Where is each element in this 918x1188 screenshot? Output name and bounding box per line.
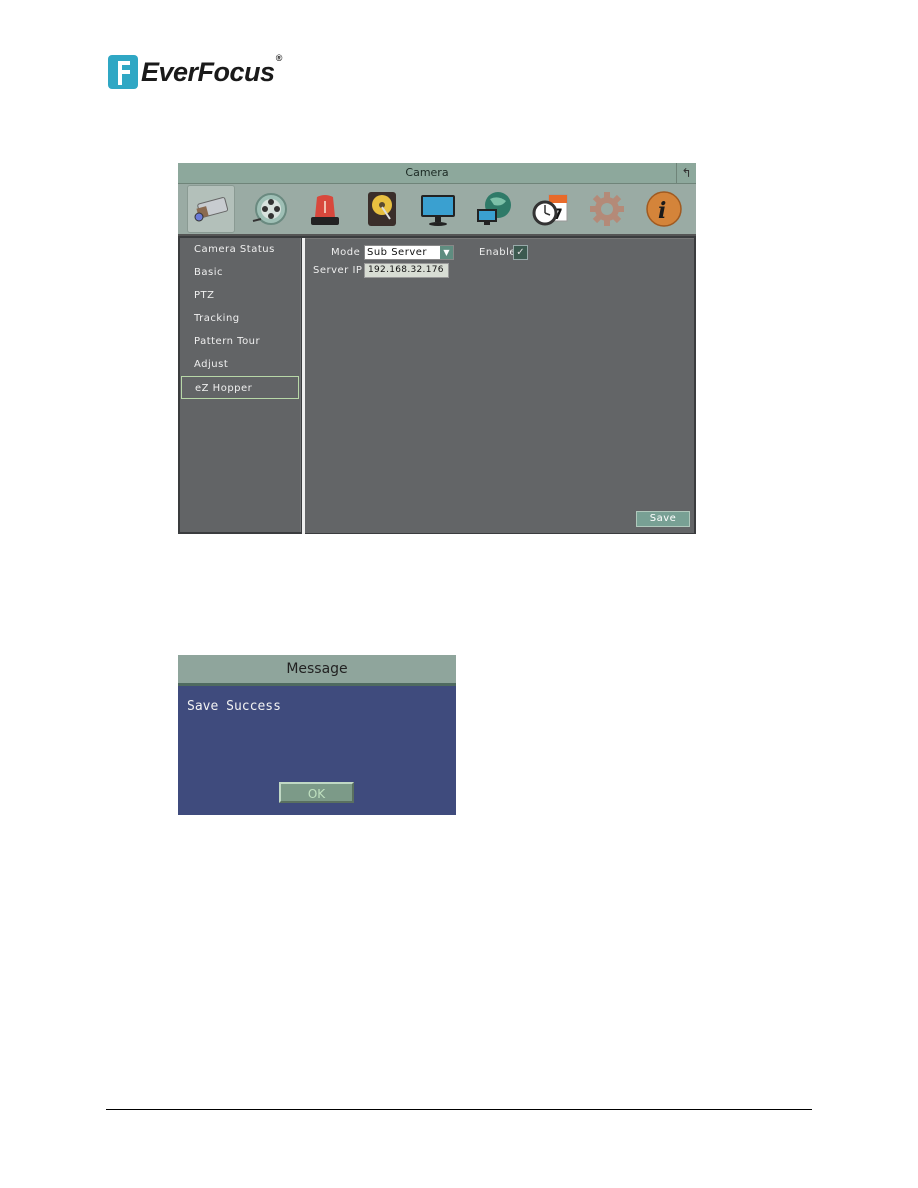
registered-mark: ® (275, 52, 283, 63)
sidebar-item-pattern-tour[interactable]: Pattern Tour (180, 330, 300, 353)
monitor-icon (420, 195, 455, 226)
toolbar-network[interactable] (471, 186, 517, 232)
server-ip-input[interactable]: 192.168.32.176 (364, 263, 449, 278)
dialog-title: Message (178, 655, 456, 686)
ok-button[interactable]: OK (279, 782, 354, 803)
toolbar-schedule[interactable]: 7 (528, 186, 574, 232)
record-reel-icon (252, 193, 287, 225)
network-globe-icon (477, 192, 512, 225)
back-arrow-icon: ↰ (681, 166, 692, 180)
mode-value: Sub Server (367, 247, 428, 258)
window-title: Camera (405, 166, 449, 179)
enable-checkbox[interactable]: ✓ (513, 245, 528, 260)
dialog-message: Save Success (187, 699, 281, 714)
logo-text: EverFocus® (141, 53, 282, 88)
camera-window: Camera ↰ 7 i Camera Status Basic PTZ Tra… (178, 163, 696, 534)
toolbar-display[interactable] (415, 186, 461, 232)
toolbar-settings[interactable] (584, 186, 630, 232)
brand-name: EverFocus (141, 56, 275, 87)
save-button[interactable]: Save (636, 511, 690, 527)
sidebar-item-camera-status[interactable]: Camera Status (180, 238, 300, 261)
everfocus-logo: EverFocus® (108, 53, 282, 90)
sidebar-item-tracking[interactable]: Tracking (180, 307, 300, 330)
toolbar-disk[interactable] (359, 186, 405, 232)
info-icon: i (645, 191, 682, 227)
schedule-clock-calendar-icon: 7 (532, 194, 568, 226)
mode-select[interactable]: Sub Server ▼ (364, 245, 454, 260)
footer-rule (106, 1109, 812, 1110)
sidebar-item-ptz[interactable]: PTZ (180, 284, 300, 307)
alarm-siren-icon (311, 195, 340, 225)
settings-gear-icon (590, 192, 625, 226)
server-ip-label: Server IP (313, 265, 363, 276)
enable-label: Enable (479, 247, 517, 258)
toolbar-record[interactable] (246, 186, 292, 232)
chevron-down-icon[interactable]: ▼ (440, 246, 453, 259)
camera-icon (194, 197, 229, 222)
sidebar-item-ez-hopper[interactable]: eZ Hopper (181, 376, 299, 399)
hard-disk-icon (367, 192, 396, 226)
mode-label: Mode (331, 247, 361, 258)
camera-submenu: Camera Status Basic PTZ Tracking Pattern… (180, 238, 301, 532)
toolbar-info[interactable]: i (641, 186, 687, 232)
toolbar-alarm[interactable] (302, 186, 348, 232)
sidebar-item-basic[interactable]: Basic (180, 261, 300, 284)
logo-mark-icon (108, 55, 138, 89)
svg-text:i: i (658, 198, 666, 224)
message-dialog: Message Save Success OK (178, 655, 456, 815)
main-toolbar: 7 i (178, 184, 696, 236)
checkmark-icon: ✓ (516, 247, 525, 258)
window-titlebar: Camera ↰ (178, 163, 696, 184)
ez-hopper-panel: Mode Sub Server ▼ Enable ✓ Server IP 192… (305, 238, 694, 533)
back-button[interactable]: ↰ (676, 163, 696, 183)
sidebar-item-adjust[interactable]: Adjust (180, 353, 300, 376)
toolbar-camera[interactable] (187, 185, 236, 233)
